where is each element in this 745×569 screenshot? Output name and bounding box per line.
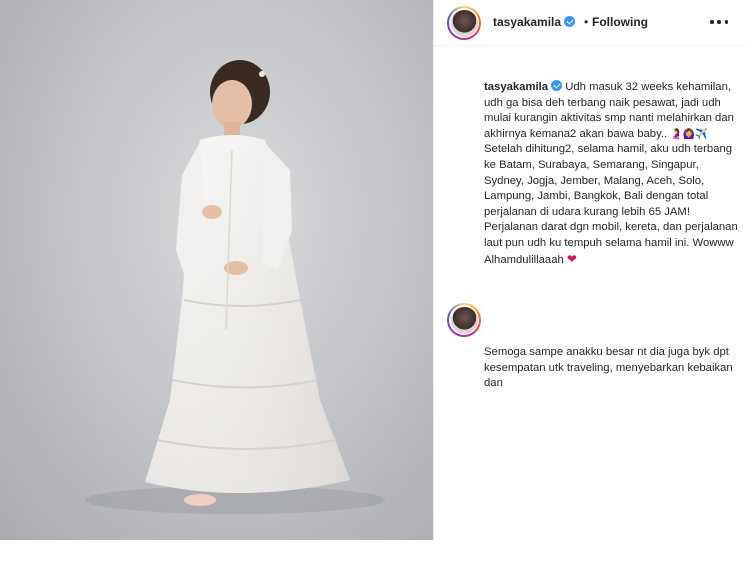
post-header: tasyakamila • Following xyxy=(434,0,745,46)
profile-photo xyxy=(450,9,478,37)
caption-continued: Semoga sampe anakku besar nt dia juga by… xyxy=(484,346,736,390)
author-avatar[interactable] xyxy=(447,6,481,40)
caption-emojis: 🤰🙆‍♀️✈️ xyxy=(670,128,708,140)
heart-emoji-icon: ❤ xyxy=(566,251,577,266)
verified-badge-icon xyxy=(564,16,576,27)
post-caption: tasyakamila Udh masuk 32 weeks kehamilan… xyxy=(484,80,740,268)
caption-author-avatar[interactable] xyxy=(447,303,481,337)
instagram-post: tasyakamila • Following tasyakamila Udh … xyxy=(0,0,745,540)
post-side-panel: tasyakamila • Following tasyakamila Udh … xyxy=(433,0,745,540)
caption-username[interactable]: tasyakamila xyxy=(484,80,563,93)
profile-photo xyxy=(450,306,478,334)
caption-verified-badge-icon xyxy=(551,80,563,91)
more-options-icon[interactable] xyxy=(710,16,728,28)
post-photo[interactable] xyxy=(0,0,433,540)
caption-text-continued: Setelah dihitung2, selama hamil, aku udh… xyxy=(484,127,741,266)
following-button[interactable]: Following xyxy=(592,15,648,29)
author-username[interactable]: tasyakamila xyxy=(493,15,576,29)
maternity-photo-illustration xyxy=(85,60,385,514)
header-separator: • xyxy=(584,15,589,29)
